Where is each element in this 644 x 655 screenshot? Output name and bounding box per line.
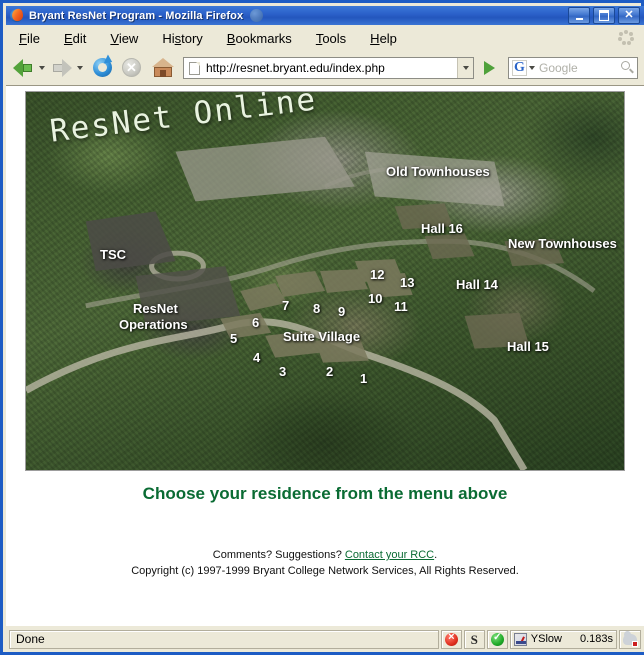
yslow-time: 0.183s	[579, 633, 613, 645]
footer-comments-text: Comments? Suggestions?	[212, 549, 345, 561]
browser-window: Bryant ResNet Program - Mozilla Firefox …	[0, 0, 644, 655]
validator-indicator[interactable]	[486, 629, 508, 649]
page-globe-icon	[250, 9, 264, 22]
photo-label-hall-14[interactable]: Hall 14	[456, 278, 498, 291]
photo-label-12[interactable]: 12	[370, 268, 384, 281]
photo-label-3[interactable]: 3	[279, 365, 286, 378]
photo-label-old-townhouses[interactable]: Old Townhouses	[386, 165, 490, 178]
menu-label-history: tory	[181, 30, 203, 46]
page-icon	[189, 61, 200, 75]
offline-cloud-icon	[623, 630, 638, 647]
google-icon[interactable]: G	[512, 60, 527, 76]
script-indicator[interactable]: S	[463, 629, 485, 649]
stop-button[interactable]: ✕	[119, 55, 145, 81]
menu-item-view[interactable]: View	[99, 28, 149, 49]
url-bar[interactable]: http://resnet.bryant.edu/index.php	[183, 57, 474, 79]
status-text: Done	[9, 629, 439, 649]
menu-label-tools: ools	[322, 30, 347, 46]
page-tagline: Choose your residence from the menu abov…	[142, 484, 508, 503]
menu-label-view: iew	[118, 30, 139, 46]
stop-icon: ✕	[122, 58, 141, 77]
menu-item-history[interactable]: History	[151, 28, 213, 49]
url-input[interactable]: http://resnet.bryant.edu/index.php	[206, 61, 457, 75]
photo-label-9[interactable]: 9	[338, 305, 345, 318]
offline-indicator[interactable]	[619, 629, 641, 649]
yslow-label: YSlow	[530, 633, 562, 645]
page-content: ResNet Online Old Townhouses Hall 16 New T…	[6, 86, 644, 626]
minimize-button[interactable]	[568, 7, 590, 24]
page-footer: Comments? Suggestions? Contact your RCC.…	[6, 548, 644, 580]
back-button[interactable]	[12, 55, 38, 81]
back-dropdown-icon[interactable]	[39, 66, 45, 70]
menu-label-bookmarks: ookmarks	[235, 30, 292, 46]
script-s-icon: S	[470, 631, 478, 647]
search-input[interactable]: Google	[539, 61, 617, 75]
photo-label-resnet[interactable]: ResNet	[133, 302, 178, 315]
photo-label-7[interactable]: 7	[282, 299, 289, 312]
menu-item-bookmarks[interactable]: Bookmarks	[216, 28, 303, 49]
photo-label-6[interactable]: 6	[252, 316, 259, 329]
photo-label-operations[interactable]: Operations	[119, 318, 188, 331]
menu-item-file[interactable]: File	[8, 28, 51, 49]
footer-period: .	[434, 549, 438, 561]
menu-label-edit: dit	[72, 30, 87, 46]
photo-label-13[interactable]: 13	[400, 276, 414, 289]
photo-label-4[interactable]: 4	[253, 351, 260, 364]
photo-label-10[interactable]: 10	[368, 292, 382, 305]
photo-label-tsc[interactable]: TSC	[100, 248, 126, 261]
search-engine-dropdown-icon[interactable]	[529, 66, 535, 70]
forward-dropdown-icon[interactable]	[77, 66, 83, 70]
reload-button[interactable]	[90, 55, 116, 81]
menu-item-help[interactable]: Help	[359, 28, 408, 49]
yslow-indicator[interactable]: YSlow 0.183s	[509, 629, 617, 649]
photo-paths	[26, 136, 596, 470]
valid-check-icon	[490, 632, 504, 646]
close-icon: ✕	[624, 9, 634, 21]
home-button[interactable]	[149, 55, 177, 81]
window-controls: ✕	[568, 7, 640, 24]
photo-label-8[interactable]: 8	[313, 302, 320, 315]
maximize-button[interactable]	[593, 7, 615, 24]
photo-label-new-townhouses[interactable]: New Townhouses	[508, 237, 617, 250]
photo-label-2[interactable]: 2	[326, 365, 333, 378]
title-bar: Bryant ResNet Program - Mozilla Firefox …	[6, 6, 644, 25]
error-indicator[interactable]	[440, 629, 462, 649]
search-magnifier-icon[interactable]	[617, 58, 637, 78]
window-title: Bryant ResNet Program - Mozilla Firefox	[29, 9, 244, 22]
url-dropdown-icon[interactable]	[457, 58, 473, 78]
error-icon	[444, 631, 458, 646]
photo-label-hall-15[interactable]: Hall 15	[507, 340, 549, 353]
menu-item-tools[interactable]: Tools	[305, 28, 357, 49]
photo-label-1[interactable]: 1	[360, 372, 367, 385]
go-button[interactable]	[476, 57, 502, 79]
menu-bar: File Edit View History Bookmarks Tools H…	[6, 25, 644, 52]
footer-line-1: Comments? Suggestions? Contact your RCC.	[6, 548, 644, 564]
photo-label-suite-village[interactable]: Suite Village	[283, 330, 360, 343]
photo-label-hall-16[interactable]: Hall 16	[421, 222, 463, 235]
menu-item-edit[interactable]: Edit	[53, 28, 97, 49]
yslow-gauge-icon	[513, 632, 527, 646]
navigation-toolbar: ✕ http://resnet.bryant.edu/index.php G G…	[6, 51, 644, 86]
forward-button[interactable]	[50, 55, 76, 81]
aerial-campus-photo[interactable]: ResNet Online Old Townhouses Hall 16 New T…	[25, 91, 625, 471]
status-bar: Done S YSlow 0.183s	[6, 626, 644, 652]
close-button[interactable]: ✕	[618, 7, 640, 24]
firefox-icon	[9, 7, 25, 23]
menu-label-file: ile	[26, 30, 40, 46]
menu-label-help: elp	[379, 30, 397, 46]
throbber-icon	[618, 30, 634, 46]
go-arrow-icon	[483, 61, 495, 75]
search-bar[interactable]: G Google	[508, 57, 638, 79]
contact-rcc-link[interactable]: Contact your RCC	[345, 549, 434, 561]
photo-label-11[interactable]: 11	[394, 300, 408, 313]
photo-label-5[interactable]: 5	[230, 332, 237, 345]
footer-copyright: Copyright (c) 1997-1999 Bryant College N…	[131, 564, 519, 577]
